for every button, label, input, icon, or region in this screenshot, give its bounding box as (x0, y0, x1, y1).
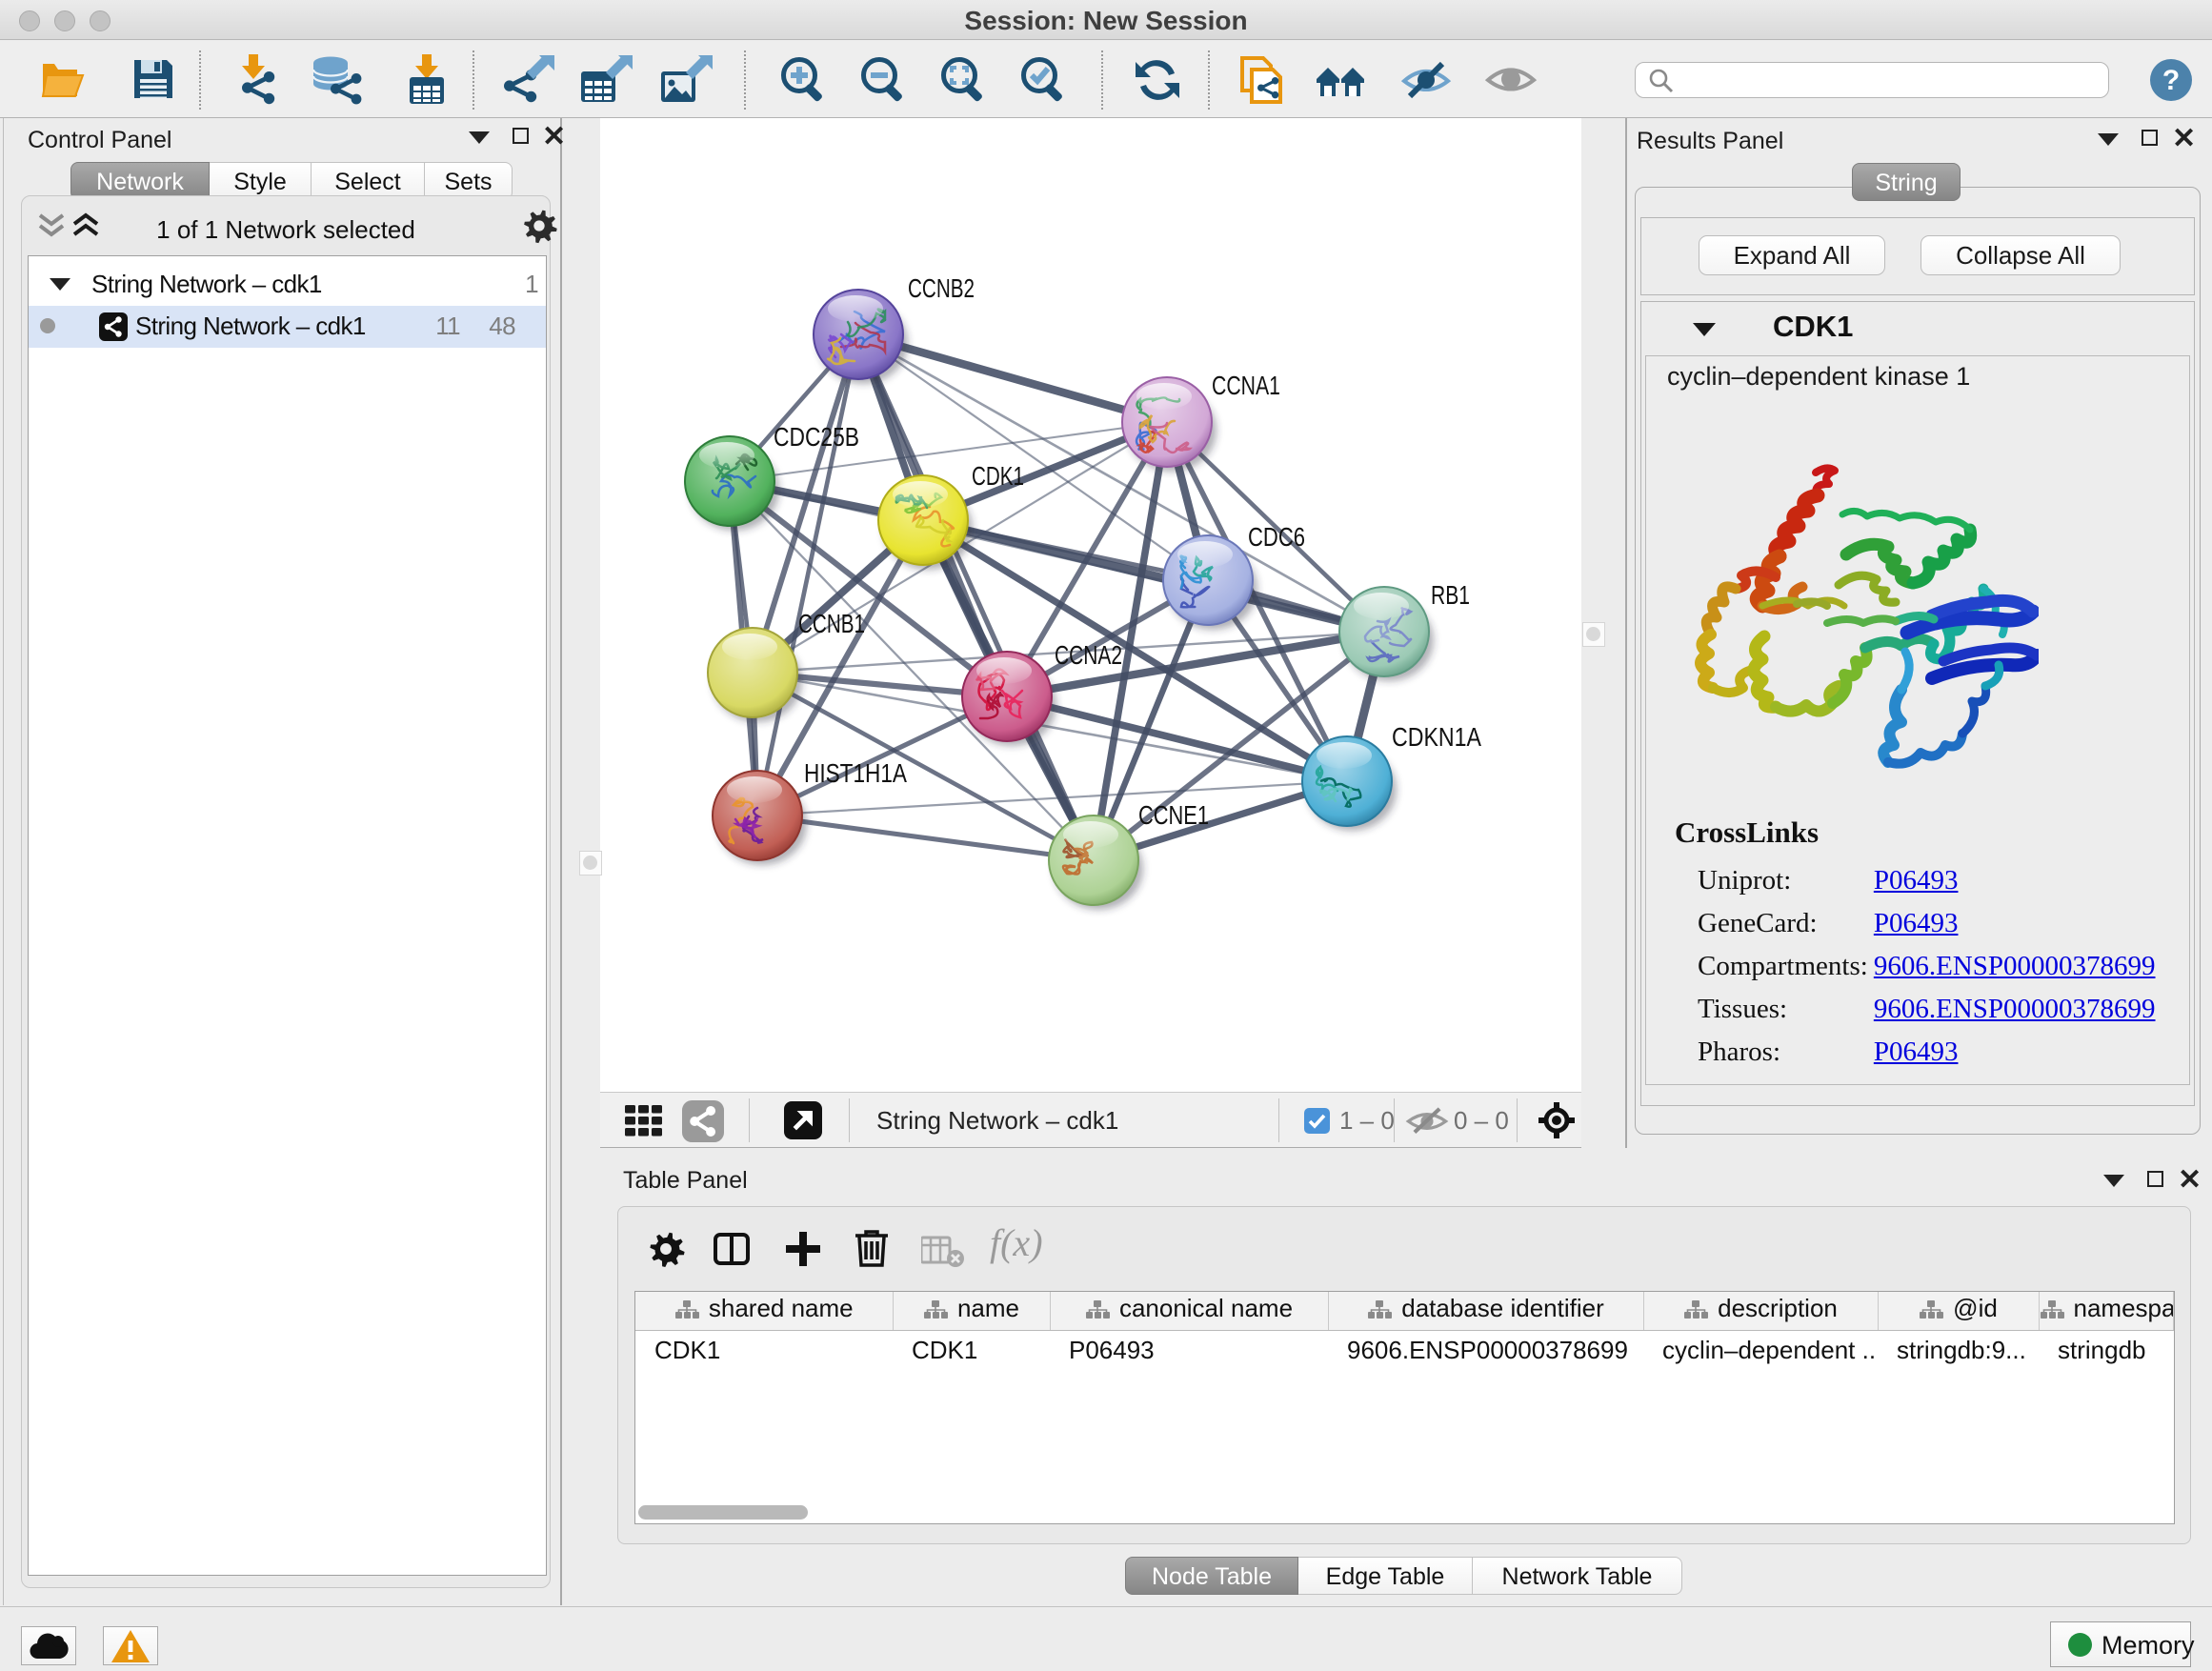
svg-text:CDC6: CDC6 (1248, 522, 1305, 552)
svg-text:?: ? (2162, 65, 2180, 96)
svg-text:CDC25B: CDC25B (774, 422, 859, 452)
svg-text:CCNA2: CCNA2 (1055, 640, 1122, 670)
svg-text:RB1: RB1 (1431, 580, 1470, 610)
svg-text:CCNE1: CCNE1 (1138, 800, 1209, 830)
svg-text:CDK1: CDK1 (972, 461, 1024, 491)
svg-text:CCNB1: CCNB1 (798, 609, 865, 638)
svg-text:CCNA1: CCNA1 (1212, 371, 1280, 400)
svg-text:HIST1H1A: HIST1H1A (804, 758, 907, 788)
svg-text:CDKN1A: CDKN1A (1392, 722, 1481, 752)
svg-text:CCNB2: CCNB2 (908, 273, 975, 303)
